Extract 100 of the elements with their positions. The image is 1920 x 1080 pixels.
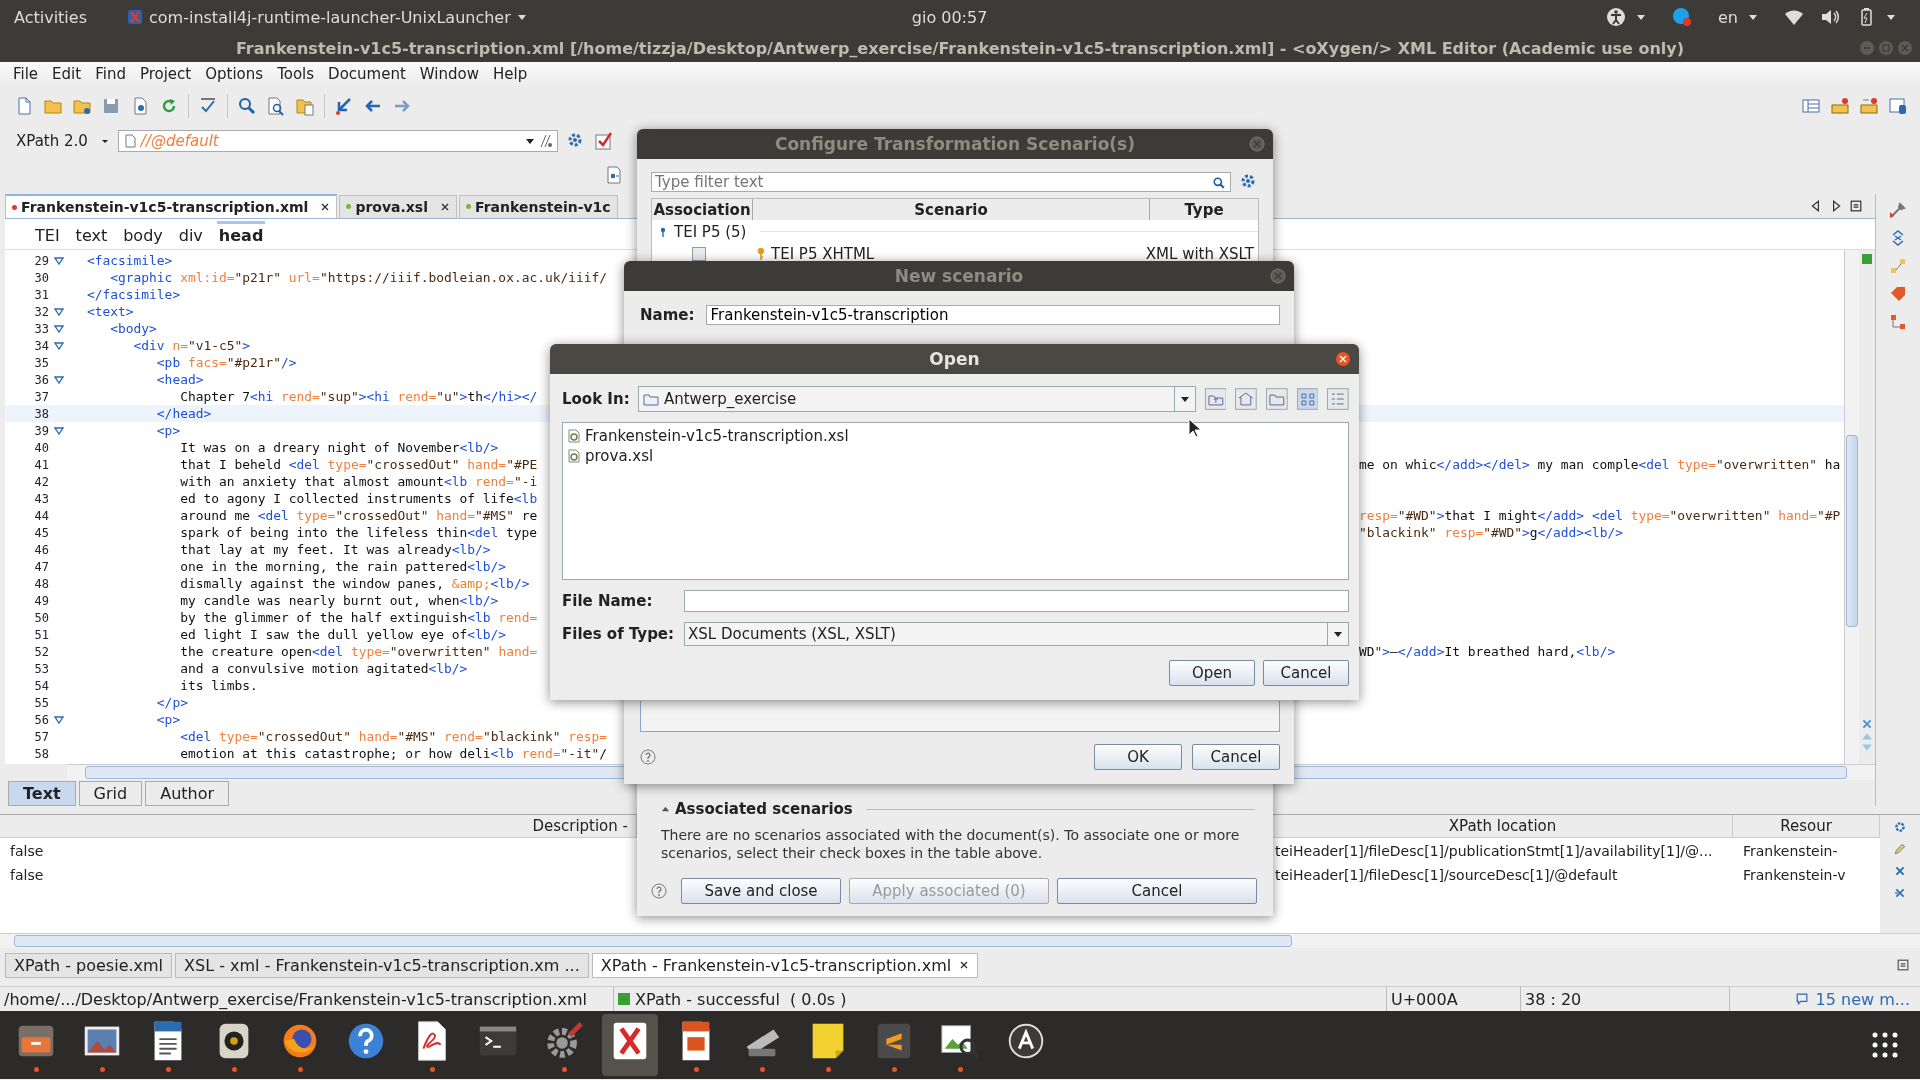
menu-item[interactable]: Project xyxy=(132,65,199,83)
file-tab[interactable]: Frankenstein-v1c xyxy=(459,194,618,218)
file-tab[interactable]: Frankenstein-v1c5-transcription.xml xyxy=(5,194,338,218)
close-icon[interactable] xyxy=(320,202,331,212)
close-icon[interactable] xyxy=(1335,351,1351,367)
collapse-arrow-icon[interactable] xyxy=(661,804,670,814)
breadcrumb-item[interactable]: text xyxy=(73,221,110,247)
transform-icon[interactable] xyxy=(604,165,624,185)
nodes-icon[interactable] xyxy=(1888,256,1908,276)
close-all-icon[interactable] xyxy=(1894,887,1906,899)
save-icon[interactable] xyxy=(101,96,121,116)
folder-file-icon[interactable] xyxy=(295,96,315,116)
validate-icon[interactable] xyxy=(593,131,614,151)
fold-arrow-icon[interactable] xyxy=(54,323,64,334)
wifi-icon[interactable] xyxy=(1784,7,1804,27)
fold-arrow-icon[interactable] xyxy=(54,374,64,385)
find-in-file-icon[interactable] xyxy=(266,96,286,116)
close-icon[interactable] xyxy=(959,960,970,970)
dialog-button[interactable]: Cancel xyxy=(1057,878,1257,904)
list-icon[interactable] xyxy=(1897,959,1909,971)
scrollbar-thumb[interactable] xyxy=(14,935,1292,947)
column-header[interactable]: XPath location xyxy=(1273,815,1733,838)
breadcrumb-item[interactable]: div xyxy=(176,221,205,247)
settings-icon[interactable] xyxy=(1894,821,1906,833)
output-tab[interactable]: XPath - Frankenstein-v1c5-transcription.xml xyxy=(591,952,979,978)
accessibility-icon[interactable] xyxy=(1606,7,1626,27)
breadcrumb-item[interactable]: head xyxy=(216,221,266,247)
column-header[interactable]: Resour xyxy=(1733,815,1880,838)
dropdown-arrow-icon[interactable] xyxy=(524,136,535,146)
vertical-scrollbar[interactable] xyxy=(1844,250,1859,764)
search-icon[interactable] xyxy=(237,96,257,116)
filter-field[interactable]: Type filter text xyxy=(651,172,1231,192)
file-type-dropdown[interactable]: XSL Documents (XSL, XSLT) xyxy=(684,622,1349,646)
expand-handle-icon[interactable] xyxy=(658,226,668,237)
new-folder-icon[interactable] xyxy=(1265,388,1288,410)
name-field[interactable]: Frankenstein-v1c5-transcription xyxy=(706,305,1280,325)
dialog-button[interactable]: Open xyxy=(1169,660,1255,686)
xpath-version-dropdown[interactable]: XPath 2.0 xyxy=(12,130,92,152)
column-header[interactable]: Association xyxy=(652,199,753,220)
editor-mode-tab[interactable]: Grid xyxy=(78,780,143,806)
dialog-button[interactable]: Cancel xyxy=(1263,660,1349,686)
horizontal-scrollbar[interactable] xyxy=(0,933,1920,948)
activities-button[interactable]: Activities xyxy=(14,7,87,27)
tree-icon[interactable] xyxy=(1888,312,1908,332)
pencil-icon[interactable] xyxy=(1894,843,1906,855)
file-tab[interactable]: prova.xsl xyxy=(339,194,457,218)
dialog-button[interactable]: OK xyxy=(1094,744,1182,770)
chat-app-icon[interactable] xyxy=(1672,7,1692,27)
checkbox[interactable] xyxy=(692,247,706,261)
column-header[interactable]: Type xyxy=(1150,199,1258,220)
left-arrow-icon[interactable] xyxy=(1810,200,1822,212)
menu-item[interactable]: Tools xyxy=(270,65,322,83)
notification-link[interactable]: 15 new m... xyxy=(1815,989,1910,1009)
file-name-field[interactable] xyxy=(684,590,1349,612)
menu-item[interactable]: Document xyxy=(321,65,413,83)
up-folder-icon[interactable] xyxy=(1204,388,1227,410)
dialog-button[interactable]: Save and close xyxy=(681,878,841,904)
xsl-file-entry[interactable]: prova.xsl xyxy=(567,446,1344,466)
breadcrumb-item[interactable]: body xyxy=(121,221,165,247)
folder-dropdown[interactable]: Antwerp_exercise xyxy=(637,386,1196,412)
menu-item[interactable]: File xyxy=(6,65,46,83)
output-tab[interactable]: XSL - xml - Frankenstein-v1c5-transcription.xm ... xyxy=(175,952,589,978)
group-label: TEI P5 (5) xyxy=(674,222,747,241)
app-menu[interactable]: com-install4j-runtime-launcher-UnixLauncher xyxy=(149,7,511,27)
scrollbar-thumb[interactable] xyxy=(1846,435,1858,627)
home-icon[interactable] xyxy=(1235,388,1257,410)
list-icon[interactable] xyxy=(1850,200,1862,212)
volume-icon[interactable] xyxy=(1820,7,1840,27)
app-grid-icon[interactable] xyxy=(1870,1030,1900,1060)
line-number: 47 xyxy=(33,559,49,574)
column-header[interactable]: Scenario xyxy=(753,199,1150,220)
fold-arrow-icon[interactable] xyxy=(54,714,64,725)
editor-mode-tab[interactable]: Text xyxy=(8,780,76,806)
dialog-button[interactable]: Cancel xyxy=(1192,744,1280,770)
menu-item[interactable]: Find xyxy=(88,65,133,83)
fold-arrow-icon[interactable] xyxy=(54,255,64,266)
language-indicator[interactable]: en xyxy=(1718,7,1738,27)
slash-star-icon[interactable] xyxy=(538,134,553,148)
xsl-file-entry[interactable]: Frankenstein-v1c5-transcription.xsl xyxy=(567,426,1344,446)
wrench-icon[interactable] xyxy=(1888,200,1908,220)
clock[interactable]: gio 00:57 xyxy=(911,7,988,27)
fold-arrow-icon[interactable] xyxy=(54,340,64,351)
column-header[interactable]: Description - xyxy=(0,815,637,838)
database-icon[interactable] xyxy=(1888,96,1908,116)
arrow-icon[interactable] xyxy=(334,96,354,116)
list-view-icon[interactable] xyxy=(1296,388,1319,410)
close-icon[interactable] xyxy=(440,201,450,212)
fold-arrow-icon[interactable] xyxy=(54,306,64,317)
xslt-debug-icon[interactable] xyxy=(1830,96,1850,116)
menu-item[interactable]: Options xyxy=(198,65,271,83)
fold-arrow-icon[interactable] xyxy=(54,425,64,436)
menu-item[interactable]: Window xyxy=(412,65,486,83)
breadcrumb-item[interactable]: TEI xyxy=(33,221,62,247)
layout-icon[interactable] xyxy=(1801,96,1821,116)
output-tab[interactable]: XPath - poesie.xml xyxy=(5,952,173,978)
editor-mode-tab[interactable]: Author xyxy=(145,780,230,806)
menu-item[interactable]: Edit xyxy=(45,65,89,83)
menu-item[interactable]: Help xyxy=(485,65,535,83)
xquery-debug-icon[interactable] xyxy=(1859,96,1879,116)
right-arrow-icon[interactable] xyxy=(1830,200,1842,212)
